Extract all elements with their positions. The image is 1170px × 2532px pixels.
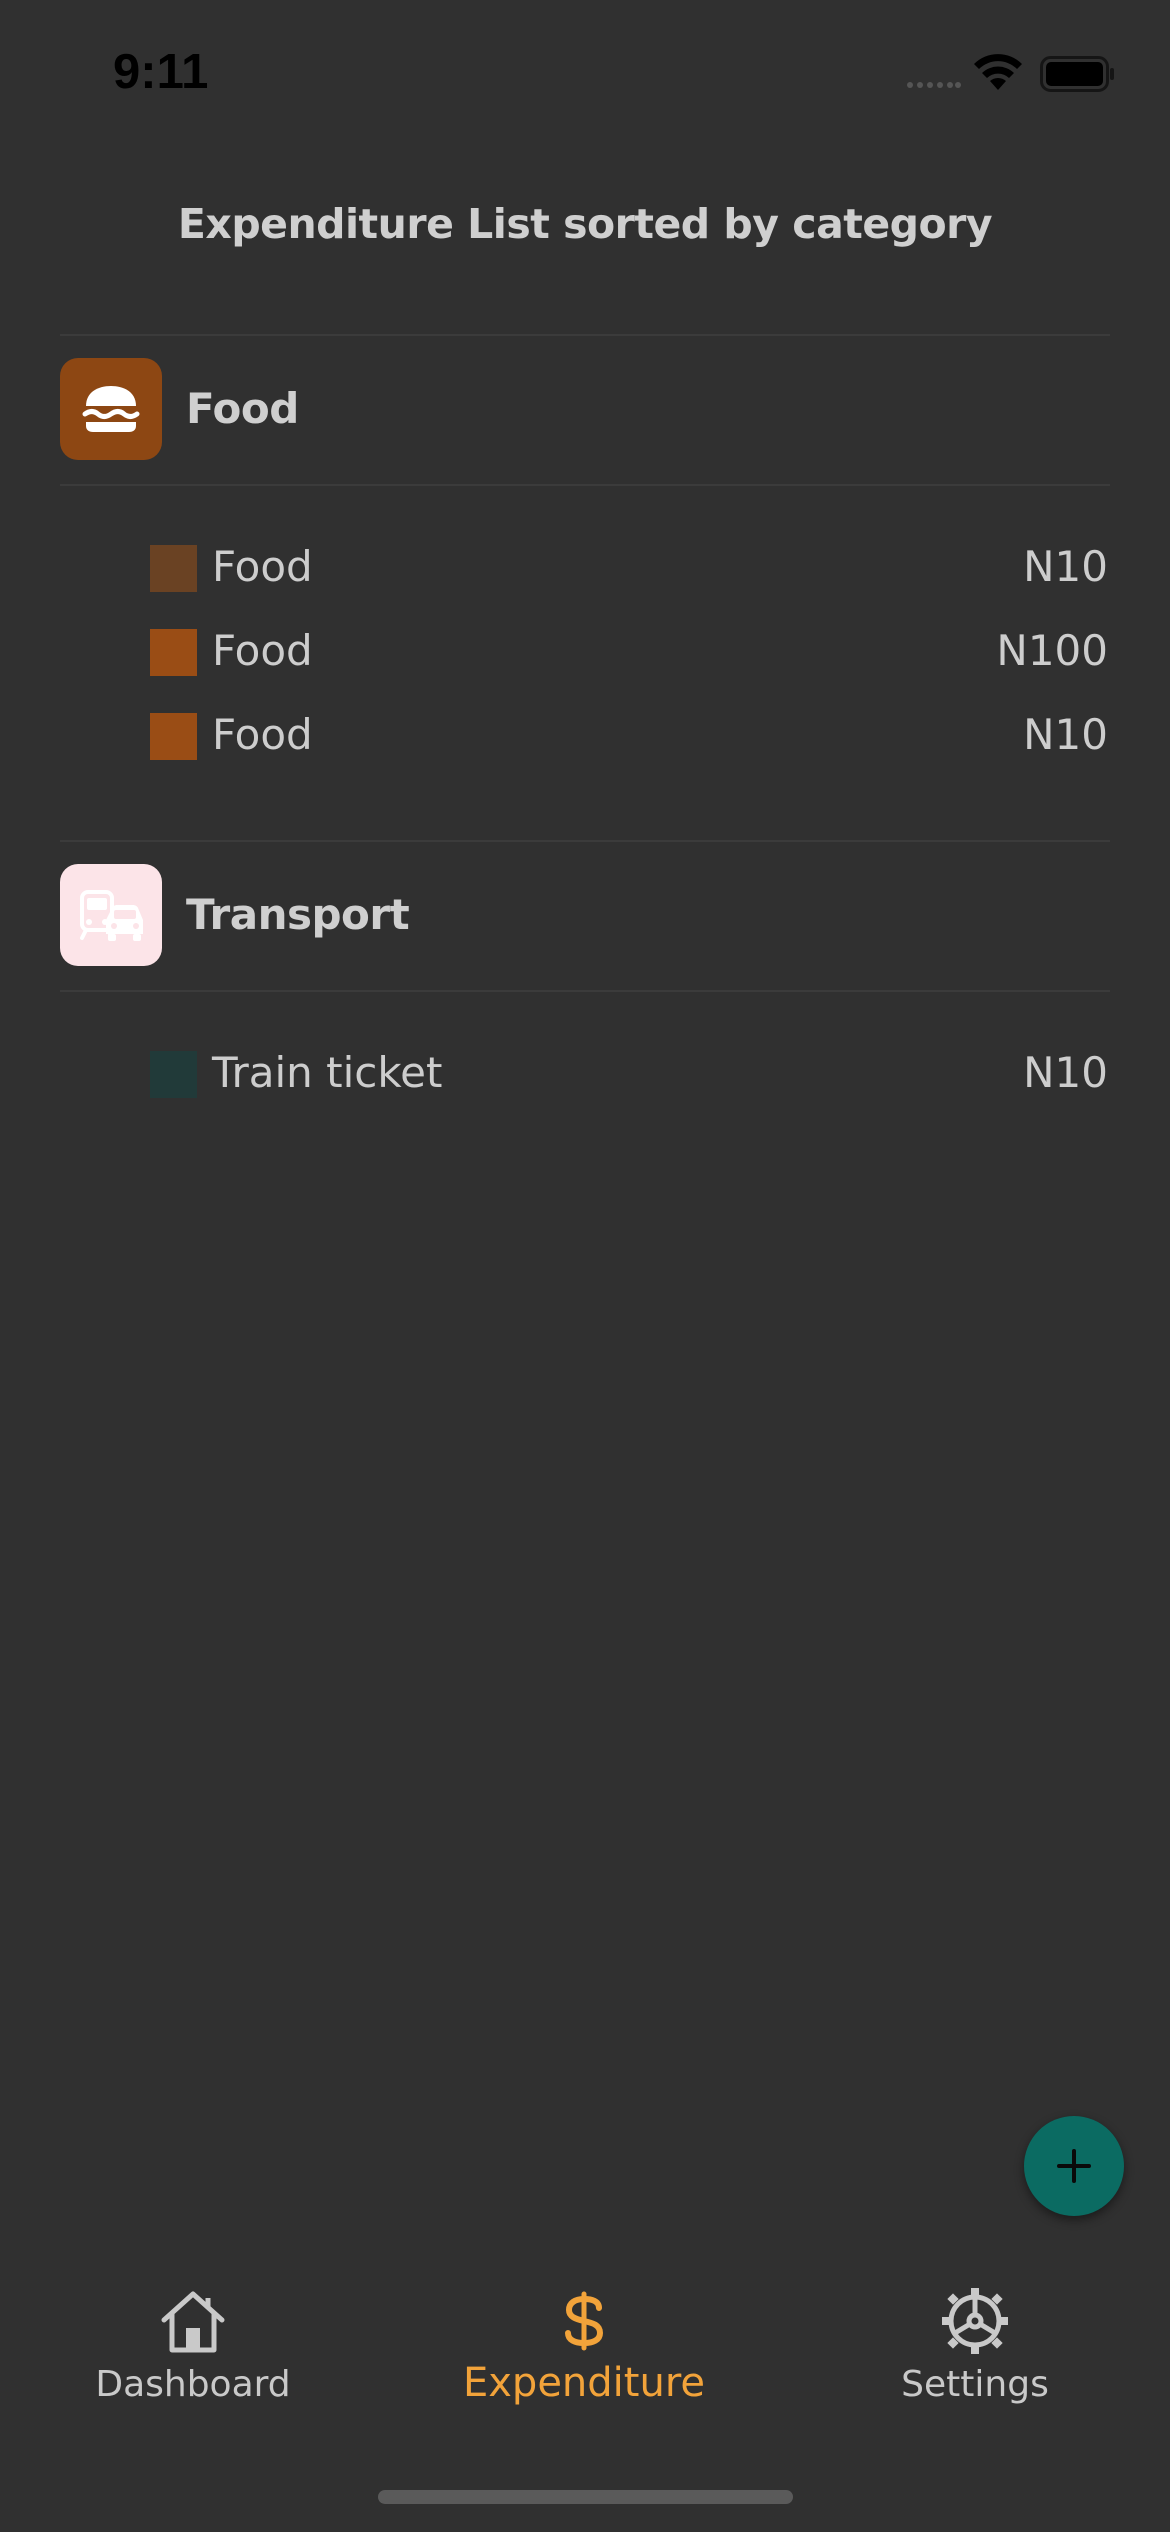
status-time: 9:11 [113,45,209,99]
tab-expenditure[interactable]: Expenditure [434,2280,734,2430]
battery-icon [1040,56,1114,92]
signal-icon [907,82,961,88]
vehicle-icon [60,864,162,966]
category-header-food[interactable]: Food [60,358,1110,460]
divider [60,484,1110,486]
plus-icon [1057,2149,1091,2183]
tab-bar: Dashboard Expenditure Settings [0,2260,1170,2460]
category-header-transport[interactable]: Transport [60,864,1110,966]
page-title: Expenditure List sorted by category [177,200,993,248]
tab-label: Expenditure [462,2360,705,2406]
item-amount: N100 [996,626,1108,675]
divider [60,990,1110,992]
divider [60,334,1110,336]
item-amount: N10 [1023,542,1108,591]
tab-settings[interactable]: Settings [825,2280,1125,2430]
home-icon [161,2291,225,2353]
category-color-swatch [150,713,197,760]
dollar-icon [565,2291,604,2351]
list-item[interactable]: Food N10 [150,706,1108,762]
item-label: Food [212,710,313,759]
divider [60,840,1110,842]
category-label: Transport [186,890,410,939]
item-label: Train ticket [212,1048,443,1097]
burger-icon [60,358,162,460]
item-label: Food [212,626,313,675]
home-indicator[interactable] [378,2490,793,2504]
item-amount: N10 [1023,1048,1108,1097]
list-item[interactable]: Food N100 [150,622,1108,678]
tab-label: Dashboard [95,2364,291,2405]
add-expenditure-button[interactable] [1024,2116,1124,2216]
tab-dashboard[interactable]: Dashboard [43,2280,343,2430]
category-label: Food [186,384,299,433]
category-color-swatch [150,629,197,676]
item-amount: N10 [1023,710,1108,759]
category-color-swatch [150,545,197,592]
item-label: Food [212,542,313,591]
list-item[interactable]: Food N10 [150,538,1108,594]
list-item[interactable]: Train ticket N10 [150,1044,1108,1100]
tab-label: Settings [901,2364,1049,2405]
settings-gear-icon [942,2288,1008,2354]
category-color-swatch [150,1051,197,1098]
wifi-icon [974,54,1022,90]
status-bar: 9:11 [0,0,1170,150]
